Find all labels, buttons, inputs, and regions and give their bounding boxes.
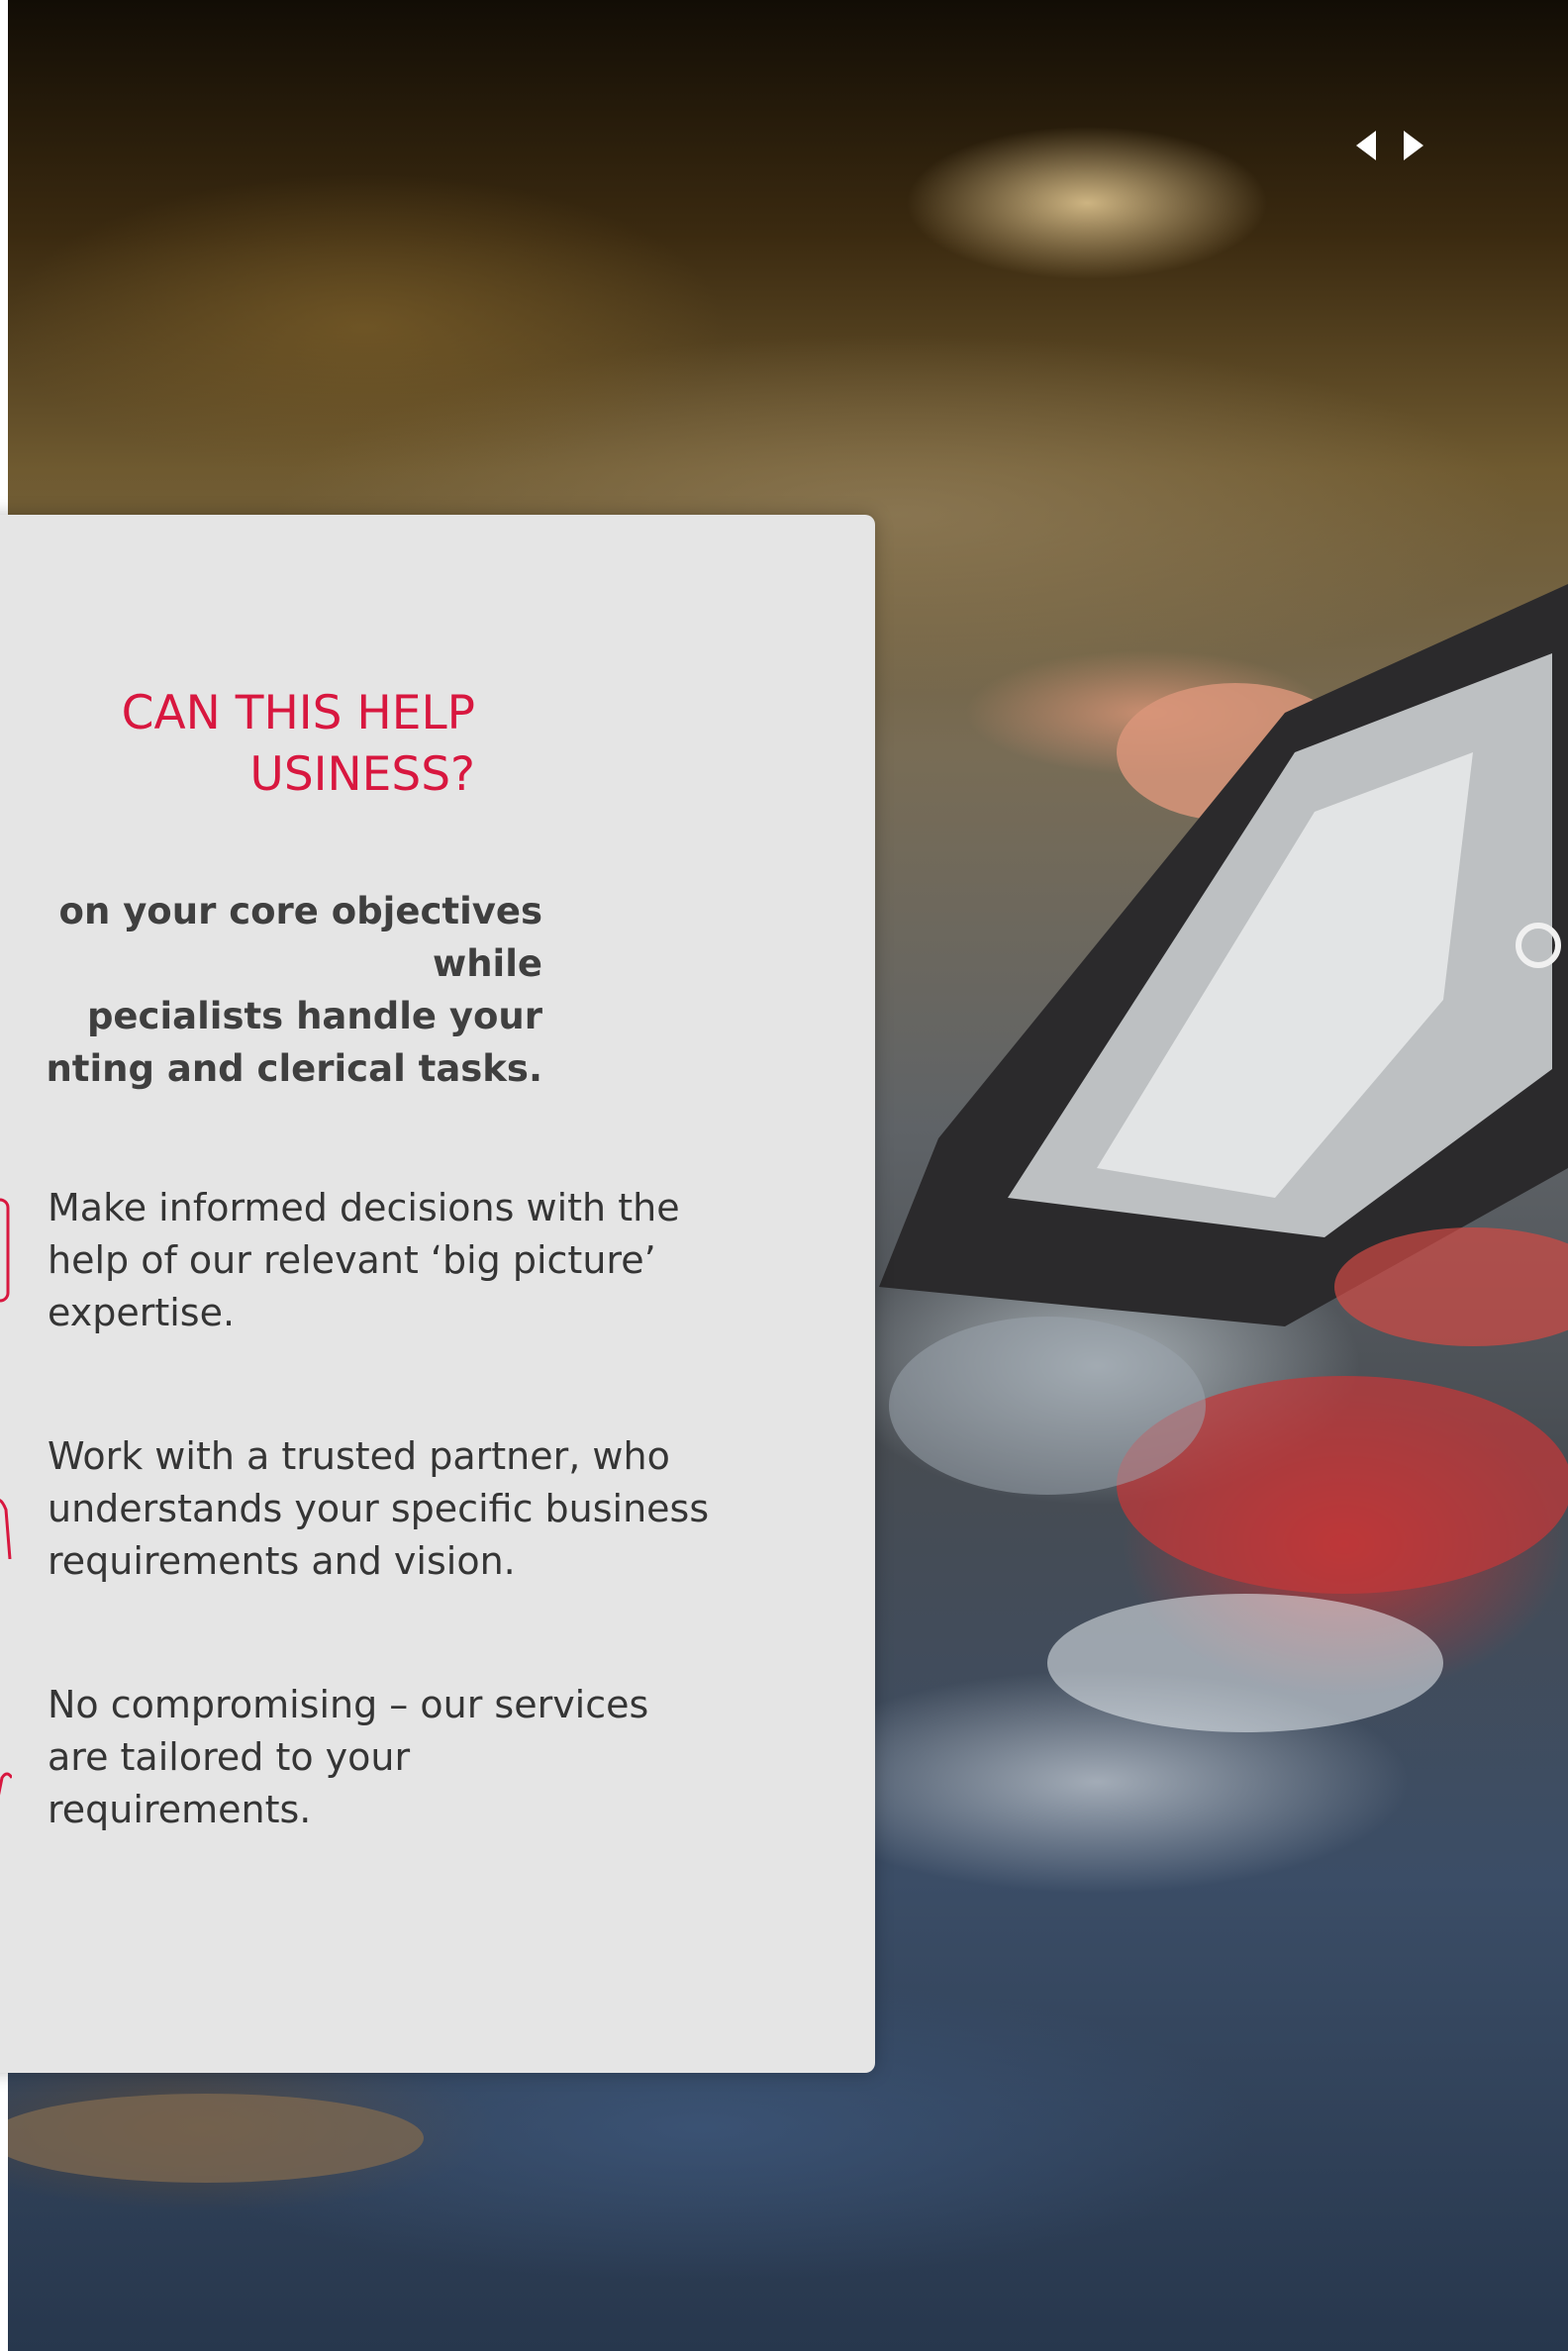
benefit-item: No compromising – our services are tailo… <box>0 1679 851 1847</box>
caret-left-icon <box>1356 131 1376 160</box>
benefit-item: Work with a trusted partner, who underst… <box>0 1430 851 1599</box>
document-icon <box>0 1182 12 1311</box>
tailored-icon <box>0 1679 12 1808</box>
benefits-panel: CAN THIS HELP USINESS? on your core obje… <box>0 515 875 2073</box>
benefit-text: No compromising – our services are tailo… <box>48 1683 649 1831</box>
slider-controls <box>1352 129 1427 162</box>
caret-right-icon <box>1404 131 1423 160</box>
prev-slide-button[interactable] <box>1352 129 1380 162</box>
panel-intro: on your core objectives while pecialists… <box>46 890 542 1090</box>
benefit-text: Make informed decisions with the help of… <box>48 1186 680 1334</box>
handshake-icon <box>0 1430 12 1559</box>
panel-heading: CAN THIS HELP USINESS? <box>121 686 475 802</box>
next-slide-button[interactable] <box>1400 129 1427 162</box>
benefit-item: Make informed decisions with the help of… <box>0 1182 851 1350</box>
benefit-text: Work with a trusted partner, who underst… <box>48 1434 710 1583</box>
